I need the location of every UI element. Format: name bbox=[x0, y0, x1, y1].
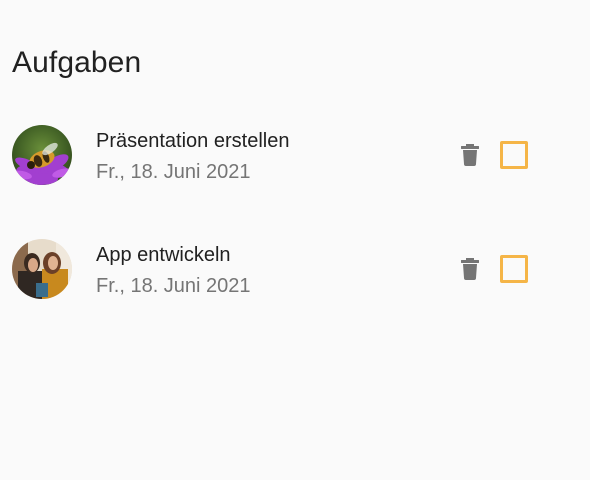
delete-button[interactable] bbox=[456, 141, 484, 169]
task-item[interactable]: App entwickeln Fr., 18. Juni 2021 bbox=[0, 239, 590, 309]
task-date: Fr., 18. Juni 2021 bbox=[96, 275, 251, 297]
trash-icon bbox=[461, 258, 479, 280]
couple-photo bbox=[12, 239, 72, 299]
task-title: App entwickeln bbox=[96, 244, 231, 266]
trash-icon bbox=[461, 144, 479, 166]
task-checkbox[interactable] bbox=[500, 141, 528, 169]
task-checkbox[interactable] bbox=[500, 255, 528, 283]
task-text: App entwickeln Fr., 18. Juni 2021 bbox=[96, 243, 251, 298]
bee-on-flower-photo bbox=[12, 125, 72, 185]
task-avatar bbox=[12, 239, 72, 299]
task-text: Präsentation erstellen Fr., 18. Juni 202… bbox=[96, 129, 289, 184]
task-avatar bbox=[12, 125, 72, 185]
task-item[interactable]: Präsentation erstellen Fr., 18. Juni 202… bbox=[0, 125, 590, 195]
page-title: Aufgaben bbox=[12, 46, 142, 79]
task-title: Präsentation erstellen bbox=[96, 130, 290, 152]
task-date: Fr., 18. Juni 2021 bbox=[96, 161, 251, 183]
delete-button[interactable] bbox=[456, 255, 484, 283]
